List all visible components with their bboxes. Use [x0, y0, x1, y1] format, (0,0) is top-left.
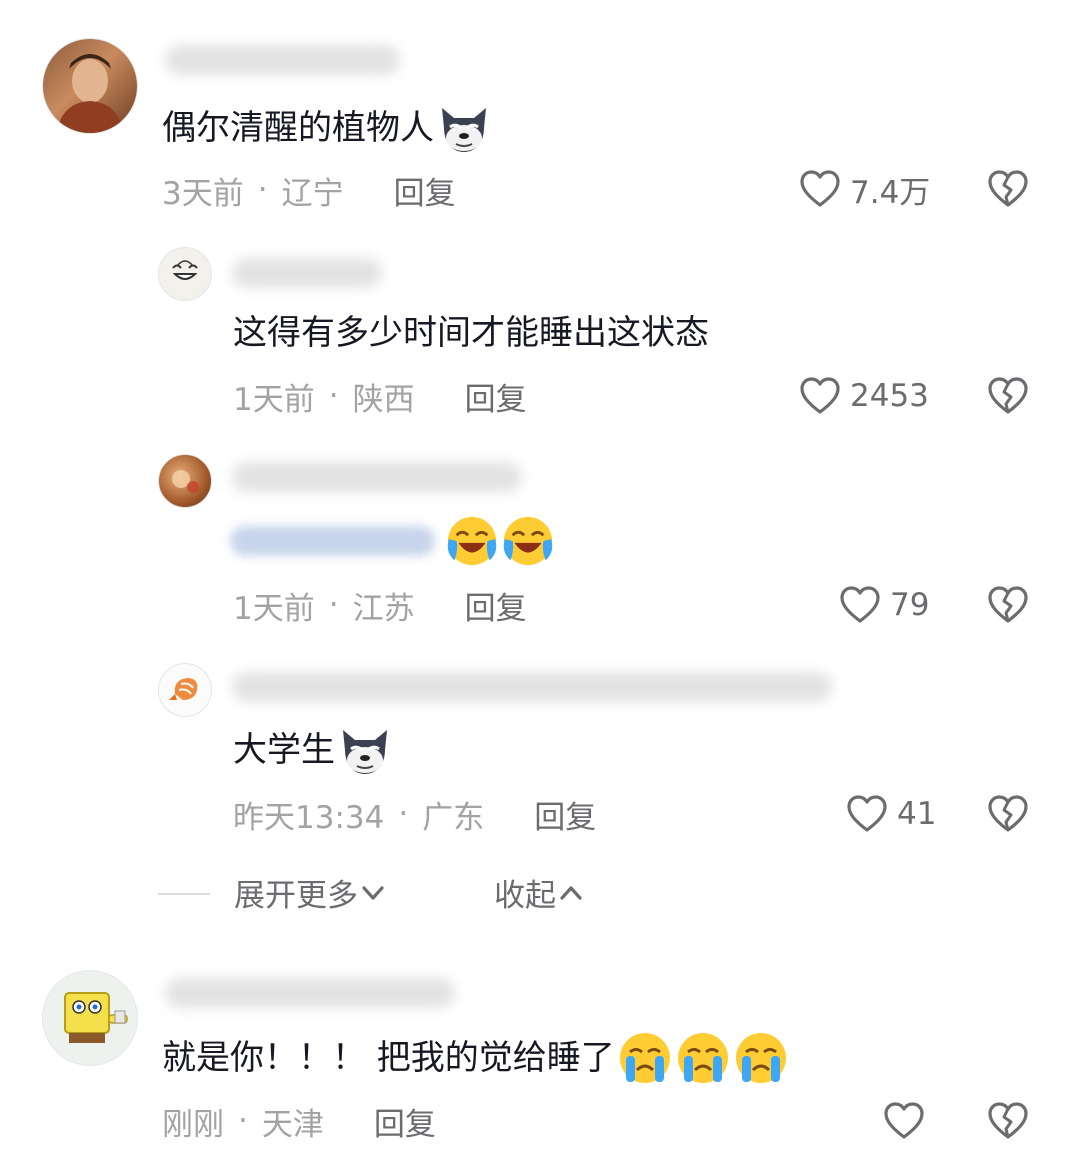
comment-time: 1天前 — [233, 381, 315, 418]
reply-button[interactable]: 回复 — [465, 374, 527, 419]
collapse-button[interactable]: 收起 — [494, 870, 586, 915]
chevron-up-icon — [556, 878, 586, 908]
laughing-crying-emoji-icon — [445, 514, 499, 568]
crying-face-emoji-icon — [675, 1030, 731, 1086]
wolf-face-emoji-icon — [337, 722, 393, 778]
like-button[interactable]: 41 — [845, 792, 936, 836]
comment-text-body: 这得有多少时间才能睡出这状态 — [233, 313, 709, 353]
username[interactable] — [165, 978, 455, 1008]
broken-heart-icon[interactable] — [986, 374, 1030, 418]
avatar[interactable] — [158, 247, 212, 301]
avatar[interactable] — [42, 970, 138, 1066]
separator-dot: · — [257, 172, 268, 208]
comment-location: 广东 — [422, 799, 485, 836]
reply-button[interactable]: 回复 — [394, 168, 456, 213]
comment-time: 3天前 — [162, 175, 244, 212]
separator-dot: · — [328, 587, 339, 623]
separator-dot: · — [398, 796, 409, 832]
comment-meta: 1天前 · 陕西 回复 — [233, 374, 527, 419]
comment-time: 刚刚 — [162, 1106, 224, 1143]
crying-face-emoji-icon — [617, 1030, 673, 1086]
broken-heart-icon[interactable] — [986, 583, 1030, 627]
broken-heart-icon[interactable] — [986, 167, 1030, 211]
comment-text: 大学生 — [233, 722, 393, 778]
comment-location: 江苏 — [352, 590, 415, 627]
avatar[interactable] — [158, 454, 212, 508]
comment-meta: 刚刚 · 天津 回复 — [162, 1099, 436, 1144]
username[interactable] — [232, 462, 522, 492]
heart-icon — [882, 1099, 926, 1143]
comment-text-body: 偶尔清醒的植物人 — [162, 108, 434, 148]
username[interactable] — [232, 258, 382, 288]
comment-text-body: 就是你！！！ 把我的觉给睡了 — [162, 1038, 615, 1078]
crying-face-emoji-icon — [733, 1030, 789, 1086]
comment-text: 就是你！！！ 把我的觉给睡了 — [162, 1030, 789, 1086]
heart-icon — [798, 167, 842, 211]
comment-text: 这得有多少时间才能睡出这状态 — [233, 310, 709, 356]
heart-icon — [798, 374, 842, 418]
reply-button[interactable]: 回复 — [534, 792, 596, 837]
separator-dot: · — [238, 1103, 248, 1139]
comment-location: 辽宁 — [281, 175, 344, 212]
cartoon-face-avatar-icon — [172, 260, 198, 280]
spongebob-avatar-icon — [64, 992, 128, 1043]
comment-meta: 3天前 · 辽宁 回复 — [162, 168, 456, 213]
like-count: 79 — [890, 587, 930, 623]
avatar[interactable] — [42, 38, 138, 134]
heart-icon — [845, 792, 889, 836]
comment-location: 天津 — [261, 1106, 324, 1143]
comment-text: 偶尔清醒的植物人 — [162, 100, 492, 156]
chevron-down-icon — [358, 878, 388, 908]
expand-more-label: 展开更多 — [234, 878, 358, 914]
comment-text — [230, 514, 555, 568]
laughing-crying-emoji-icon — [501, 514, 555, 568]
comment-text-body: 大学生 — [233, 730, 335, 770]
like-button[interactable] — [882, 1099, 934, 1143]
wolf-face-emoji-icon — [436, 100, 492, 156]
username[interactable] — [165, 45, 400, 75]
thread-controls: 展开更多 收起 — [158, 870, 858, 916]
comment-time: 昨天13:34 — [233, 799, 385, 836]
expand-more-button[interactable]: 展开更多 — [234, 870, 388, 915]
comment-time: 1天前 — [233, 590, 315, 627]
broken-heart-icon[interactable] — [986, 1099, 1030, 1143]
comment-meta: 1天前 · 江苏 回复 — [233, 583, 527, 628]
broken-heart-icon[interactable] — [986, 792, 1030, 836]
person-photo-avatar-icon — [57, 54, 123, 133]
collapse-label: 收起 — [494, 878, 556, 914]
avatar[interactable] — [158, 663, 212, 717]
like-count: 41 — [897, 796, 937, 832]
separator-dot: · — [328, 378, 339, 414]
like-button[interactable]: 2453 — [798, 374, 929, 418]
username[interactable] — [232, 672, 832, 702]
divider — [158, 893, 210, 895]
food-photo-avatar-icon — [172, 470, 199, 493]
like-button[interactable]: 79 — [838, 583, 929, 627]
reply-button[interactable]: 回复 — [465, 583, 527, 628]
like-count: 2453 — [850, 378, 929, 414]
shrimp-avatar-icon — [169, 678, 198, 700]
comment-meta: 昨天13:34 · 广东 回复 — [233, 792, 596, 837]
heart-icon — [838, 583, 882, 627]
reply-button[interactable]: 回复 — [374, 1099, 436, 1144]
mention-link[interactable] — [230, 526, 435, 556]
like-count: 7.4万 — [850, 174, 931, 211]
comment-location: 陕西 — [352, 381, 415, 418]
like-button[interactable]: 7.4万 — [798, 167, 930, 211]
